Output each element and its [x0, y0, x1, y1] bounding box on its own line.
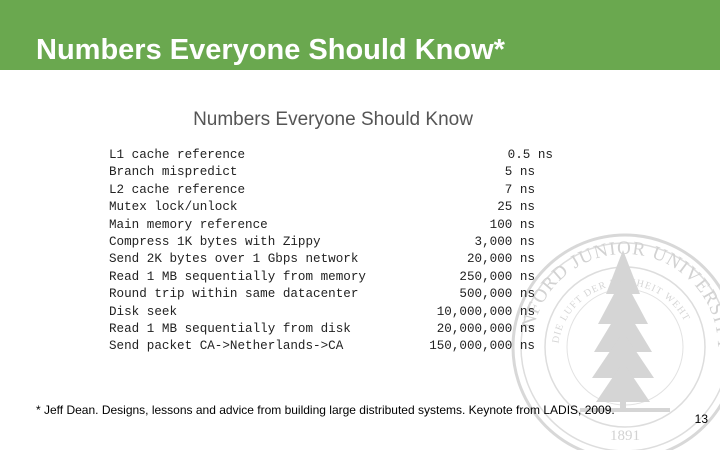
operation-label: Send 2K bytes over 1 Gbps network: [109, 252, 359, 267]
table-row: Read 1 MB sequentially from disk 20,000,0…: [109, 322, 559, 339]
table-row: Mutex lock/unlock 25 ns: [109, 200, 559, 217]
operation-label: Branch mispredict: [109, 165, 238, 180]
latency-value: 0.5 ns: [507, 148, 553, 162]
table-row: Compress 1K bytes with Zippy 3,000 ns: [109, 235, 559, 252]
latency-value: 250,000 ns: [459, 269, 535, 284]
table-row: Main memory reference 100 ns: [109, 218, 559, 235]
tree-icon: [580, 250, 670, 412]
latency-value: 20,000 ns: [466, 252, 535, 267]
seal-year: 1891: [610, 428, 640, 444]
operation-label: Disk seek: [109, 304, 178, 319]
operation-label: Main memory reference: [109, 217, 268, 232]
operation-label: Read 1 MB sequentially from memory: [109, 269, 366, 284]
slide-title: Numbers Everyone Should Know*: [36, 34, 505, 66]
latency-value: 100 ns: [489, 217, 535, 232]
table-row: Send packet CA->Netherlands->CA 150,000,0…: [109, 339, 559, 356]
operation-label: L2 cache reference: [109, 182, 246, 197]
latency-value: 5 ns: [504, 165, 535, 180]
latency-value: 3,000 ns: [474, 234, 535, 249]
operation-label: Send packet CA->Netherlands->CA: [109, 339, 344, 354]
operation-label: L1 cache reference: [109, 148, 246, 162]
table-row: Disk seek 10,000,000 ns: [109, 305, 559, 322]
operation-label: Mutex lock/unlock: [109, 200, 238, 215]
table-row: Round trip within same datacenter 500,000…: [109, 287, 559, 304]
title-bar: Numbers Everyone Should Know*: [0, 0, 720, 70]
table-heading: Numbers Everyone Should Know: [193, 109, 473, 130]
table-row: L2 cache reference 7 ns: [109, 183, 559, 200]
page-number: 13: [694, 412, 708, 426]
table-row: Read 1 MB sequentially from memory 250,00…: [109, 270, 559, 287]
operation-label: Compress 1K bytes with Zippy: [109, 234, 321, 249]
latency-value: 25 ns: [497, 200, 535, 215]
latency-value: 150,000,000 ns: [429, 339, 535, 354]
latency-value: 7 ns: [504, 182, 535, 197]
table-row: Branch mispredict 5 ns: [109, 165, 559, 182]
latency-value: 500,000 ns: [459, 287, 535, 302]
footnote: * Jeff Dean. Designs, lessons and advice…: [36, 403, 615, 417]
table-row: L1 cache reference 0.5 ns: [109, 148, 559, 165]
operation-label: Round trip within same datacenter: [109, 287, 359, 302]
latency-value: 10,000,000 ns: [436, 304, 535, 319]
latency-table: L1 cache reference 0.5 ns Branch mispredic…: [109, 148, 559, 357]
table-row: Send 2K bytes over 1 Gbps network 20,000 …: [109, 252, 559, 269]
latency-value: 20,000,000 ns: [436, 321, 535, 336]
operation-label: Read 1 MB sequentially from disk: [109, 321, 351, 336]
